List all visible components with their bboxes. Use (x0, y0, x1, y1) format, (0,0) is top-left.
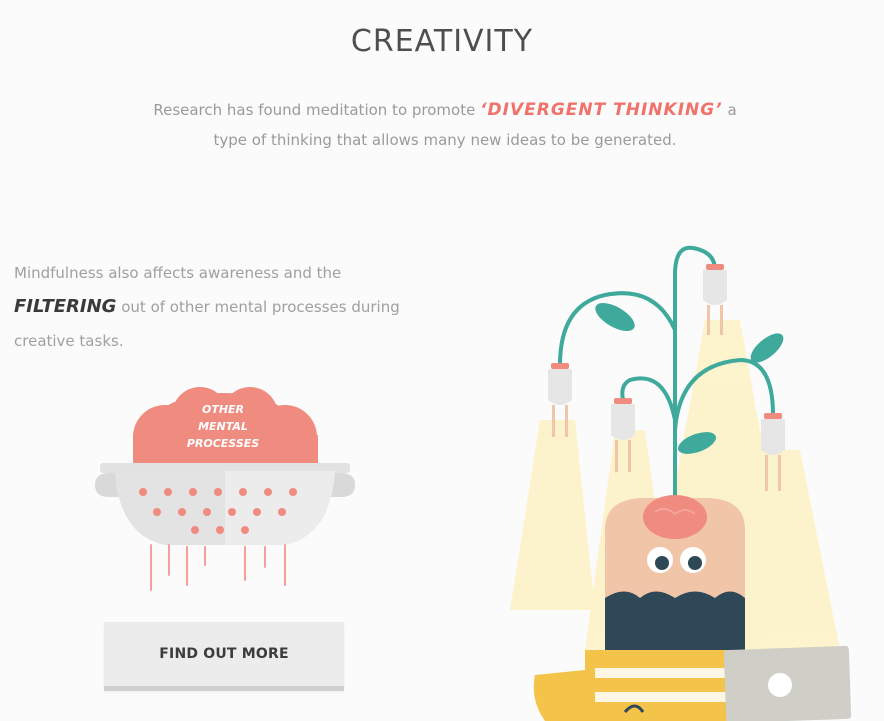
creativity-head-illustration (510, 245, 852, 721)
page-title: CREATIVITY (350, 24, 534, 59)
filtering-paragraph: Mindfulness also affects awareness and t… (14, 256, 414, 358)
cloud-label-line-2: MENTAL (198, 420, 248, 433)
colander-drips (150, 544, 286, 591)
find-out-more-button[interactable]: FIND OUT MORE (104, 622, 344, 691)
cloud-label-line-3: PROCESSES (187, 437, 259, 450)
intro-text-before: Research has found meditation to promote (153, 101, 481, 119)
intro-paragraph: Research has found meditation to promote… (150, 95, 740, 155)
colander-bowl (95, 463, 355, 545)
filtering-text-before: Mindfulness also affects awareness and t… (14, 264, 342, 282)
cloud-label-line-1: OTHER (202, 403, 244, 416)
colander-illustration: OTHER MENTAL PROCESSES (95, 387, 355, 591)
filtering-highlight: FILTERING (14, 296, 117, 317)
intro-highlight: ‘DIVERGENT THINKING’ (480, 100, 723, 120)
